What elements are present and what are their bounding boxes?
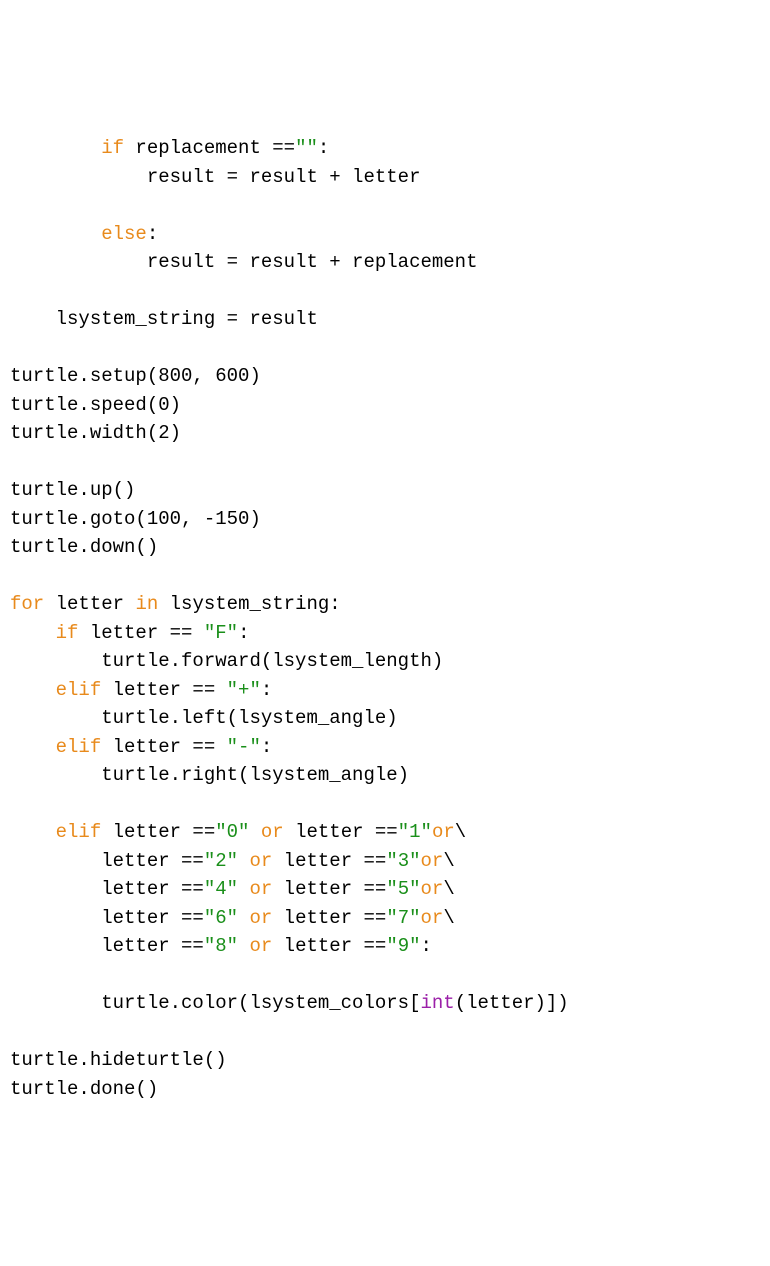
- code-token: turtle.done(): [10, 1078, 158, 1100]
- code-token: :: [261, 736, 272, 758]
- code-token: (letter)]): [455, 992, 569, 1014]
- code-token: turtle.left(lsystem_angle): [10, 707, 398, 729]
- code-token: letter ==: [78, 622, 203, 644]
- code-token: for: [10, 593, 44, 615]
- code-token: letter ==: [10, 907, 204, 929]
- code-token: or: [421, 878, 444, 900]
- code-block: if replacement =="": result = result + l…: [10, 134, 760, 1103]
- code-token: :: [238, 622, 249, 644]
- code-token: "1": [398, 821, 432, 843]
- code-token: "0": [215, 821, 249, 843]
- code-token: "7": [386, 907, 420, 929]
- code-token: turtle.setup(800, 600): [10, 365, 261, 387]
- code-token: letter ==: [272, 907, 386, 929]
- code-token: letter ==: [101, 736, 226, 758]
- code-token: "4": [204, 878, 238, 900]
- code-token: "-": [227, 736, 261, 758]
- code-token: turtle.forward(lsystem_length): [10, 650, 443, 672]
- code-token: in: [135, 593, 158, 615]
- code-token: "2": [204, 850, 238, 872]
- code-token: or: [421, 907, 444, 929]
- code-token: [10, 821, 56, 843]
- code-token: [10, 679, 56, 701]
- code-token: "": [295, 137, 318, 159]
- code-token: turtle.speed(0): [10, 394, 181, 416]
- code-token: lsystem_string:: [158, 593, 340, 615]
- code-token: [10, 137, 101, 159]
- code-token: letter ==: [284, 821, 398, 843]
- code-token: result = result + replacement: [10, 251, 477, 273]
- code-token: or: [421, 850, 444, 872]
- code-token: int: [420, 992, 454, 1014]
- code-token: [238, 935, 249, 957]
- code-token: lsystem_string = result: [10, 308, 318, 330]
- code-token: [238, 850, 249, 872]
- code-token: letter ==: [10, 878, 204, 900]
- code-token: :: [421, 935, 432, 957]
- code-token: turtle.down(): [10, 536, 158, 558]
- code-token: letter ==: [272, 878, 386, 900]
- code-token: if: [101, 137, 124, 159]
- code-token: :: [147, 223, 158, 245]
- code-token: letter ==: [10, 935, 204, 957]
- code-token: [238, 907, 249, 929]
- code-token: elif: [56, 821, 102, 843]
- code-token: replacement ==: [124, 137, 295, 159]
- code-token: turtle.right(lsystem_angle): [10, 764, 409, 786]
- code-token: [238, 878, 249, 900]
- code-token: [249, 821, 260, 843]
- code-token: [10, 223, 101, 245]
- code-token: or: [249, 907, 272, 929]
- code-token: :: [318, 137, 329, 159]
- code-token: turtle.goto(100, -150): [10, 508, 261, 530]
- code-token: or: [249, 850, 272, 872]
- code-token: turtle.hideturtle(): [10, 1049, 227, 1071]
- code-token: "F": [204, 622, 238, 644]
- code-token: letter ==: [272, 850, 386, 872]
- code-token: or: [249, 878, 272, 900]
- code-token: "3": [386, 850, 420, 872]
- code-token: turtle.up(): [10, 479, 135, 501]
- code-token: \: [443, 878, 454, 900]
- code-token: or: [432, 821, 455, 843]
- code-token: turtle.color(lsystem_colors[: [10, 992, 420, 1014]
- code-token: if: [56, 622, 79, 644]
- code-token: result = result + letter: [10, 166, 420, 188]
- code-token: "9": [386, 935, 420, 957]
- code-token: elif: [56, 679, 102, 701]
- code-token: "+": [227, 679, 261, 701]
- code-token: "5": [386, 878, 420, 900]
- code-token: "6": [204, 907, 238, 929]
- code-token: [10, 622, 56, 644]
- code-token: letter ==: [272, 935, 386, 957]
- code-token: letter ==: [101, 679, 226, 701]
- code-token: \: [443, 907, 454, 929]
- code-token: letter: [44, 593, 135, 615]
- code-token: :: [261, 679, 272, 701]
- code-token: elif: [56, 736, 102, 758]
- code-token: [10, 736, 56, 758]
- code-token: \: [455, 821, 466, 843]
- code-token: letter ==: [101, 821, 215, 843]
- code-token: \: [443, 850, 454, 872]
- code-token: else: [101, 223, 147, 245]
- code-token: or: [261, 821, 284, 843]
- code-token: "8": [204, 935, 238, 957]
- code-token: or: [249, 935, 272, 957]
- code-token: turtle.width(2): [10, 422, 181, 444]
- code-token: letter ==: [10, 850, 204, 872]
